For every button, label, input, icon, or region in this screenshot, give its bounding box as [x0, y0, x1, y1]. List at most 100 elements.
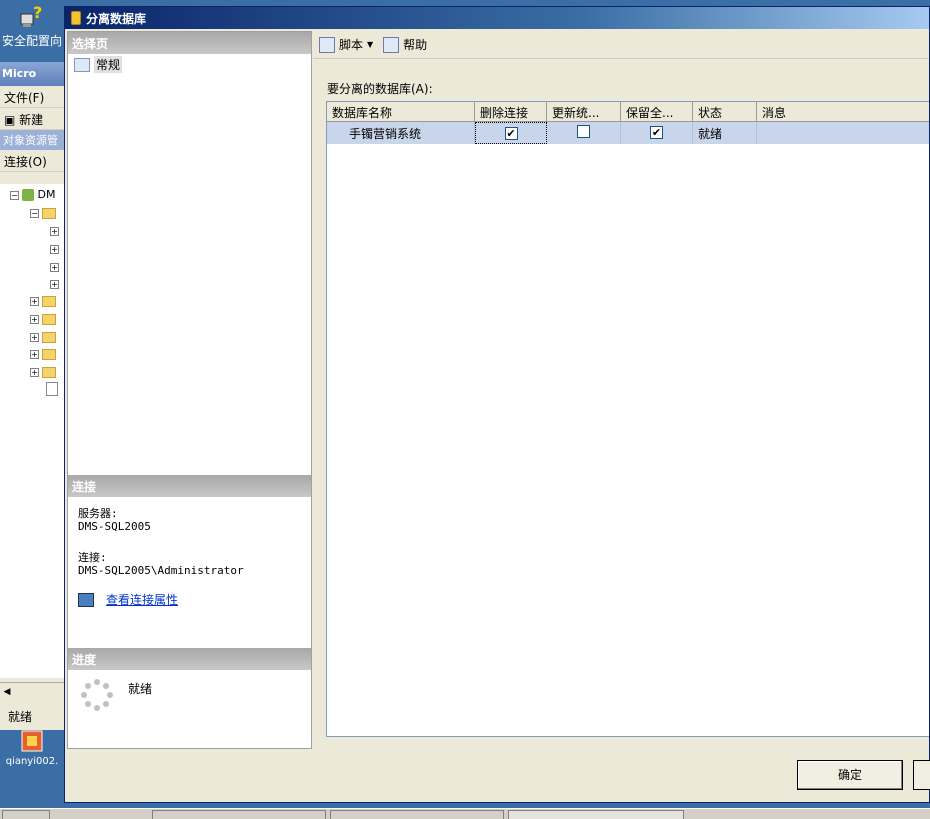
dialog-button-bar: 确定 [65, 752, 930, 802]
toolbar-new-query[interactable]: ▣ 新建 [0, 108, 65, 130]
cell-message [757, 122, 929, 144]
cell-keep-fulltext: ✔ [621, 122, 693, 144]
tree-node[interactable]: + [30, 330, 56, 346]
bg-window-title: Micro [0, 62, 65, 86]
connection-info: 服务器: DMS-SQL2005 连接: DMS-SQL2005\Adminis… [68, 497, 311, 613]
tree-node[interactable]: − [30, 206, 56, 222]
qianyi-desktop-icon[interactable]: qianyi002. [0, 728, 64, 767]
tree-node[interactable]: + [30, 365, 56, 381]
drop-connections-checkbox[interactable]: ✔ [504, 127, 518, 140]
col-drop-connections[interactable]: 删除连接 [475, 102, 547, 121]
folder-icon [42, 313, 56, 325]
detach-database-dialog: 分离数据库 选择页 常规 连接 服务器: DMS-SQL2005 连接: DMS… [64, 6, 930, 803]
script-button[interactable]: 脚本 ▼ [319, 36, 373, 53]
tree-root-node[interactable]: − DM [10, 188, 55, 204]
menu-file[interactable]: 文件(F) [0, 86, 65, 108]
report-icon [46, 382, 58, 396]
taskbar-item[interactable] [152, 810, 326, 819]
folder-icon [42, 331, 56, 343]
expand-icon[interactable]: + [50, 226, 59, 236]
ok-button[interactable]: 确定 [797, 760, 903, 790]
update-statistics-checkbox[interactable] [577, 125, 590, 138]
tree-node[interactable]: + [50, 260, 62, 276]
dialog-titlebar[interactable]: 分离数据库 [65, 7, 929, 29]
new-label: 新建 [19, 113, 44, 127]
folder-icon [42, 348, 56, 360]
object-explorer-header: 对象资源管 [0, 130, 65, 150]
object-explorer-tree: − DM − + + + + + + + + + [0, 184, 64, 678]
keep-fulltext-checkbox[interactable]: ✔ [650, 126, 663, 139]
page-general[interactable]: 常规 [68, 54, 311, 75]
server-label: 服务器: [78, 507, 118, 520]
cell-update-statistics [547, 122, 621, 144]
connection-value: DMS-SQL2005\Administrator [78, 564, 244, 577]
expand-icon[interactable]: + [50, 244, 59, 254]
desktop-icon-label: qianyi002. [5, 756, 59, 767]
status-text: 就绪 [8, 710, 33, 724]
server-value: DMS-SQL2005 [78, 520, 151, 533]
dialog-title: 分离数据库 [86, 11, 147, 26]
col-database-name[interactable]: 数据库名称 [327, 102, 475, 121]
progress-status: 就绪 [128, 682, 153, 696]
grid-label: 要分离的数据库(A): [327, 82, 433, 96]
col-message[interactable]: 消息 [757, 102, 929, 121]
databases-grid: 数据库名称 删除连接 更新统... 保留全... 状态 消息 手镯营销系统 ✔ … [326, 101, 929, 737]
desktop-icon-label: 安全配置向 [1, 34, 62, 48]
grid-header: 数据库名称 删除连接 更新统... 保留全... 状态 消息 [327, 102, 929, 122]
connect-dropdown[interactable]: 连接(O) [0, 150, 65, 172]
col-keep-fulltext[interactable]: 保留全... [621, 102, 693, 121]
right-pane: 脚本 ▼ 帮助 要分离的数据库(A): 数据库名称 删除连接 更新统... 保留… [313, 31, 929, 749]
connection-properties-icon [78, 593, 94, 607]
tree-node[interactable]: + [50, 242, 62, 258]
root-node-label: DM [37, 188, 56, 201]
computer-question-icon: ? [19, 3, 45, 30]
cell-drop-connections: ✔ [475, 122, 547, 144]
security-config-desktop-icon[interactable]: ? 安全配置向 [0, 3, 64, 49]
col-update-statistics[interactable]: 更新统... [547, 102, 621, 121]
expand-icon[interactable]: + [50, 279, 59, 289]
tree-node[interactable]: + [50, 277, 62, 293]
connection-header: 连接 [68, 475, 311, 497]
quick-launch[interactable] [64, 810, 144, 819]
horizontal-scrollbar[interactable]: ◀ [0, 682, 64, 700]
folder-icon [42, 295, 56, 307]
dialog-toolbar: 脚本 ▼ 帮助 [313, 31, 929, 59]
tree-node[interactable]: + [30, 312, 56, 328]
app-icon [19, 728, 45, 754]
view-connection-properties-link[interactable]: 查看连接属性 [106, 593, 178, 607]
table-row[interactable]: 手镯营销系统 ✔ ✔ 就绪 [327, 122, 929, 144]
server-icon [22, 189, 34, 201]
tree-node[interactable]: + [50, 224, 62, 240]
collapse-icon[interactable]: − [10, 190, 19, 200]
script-label: 脚本 [339, 38, 364, 52]
left-pane: 选择页 常规 连接 服务器: DMS-SQL2005 连接: DMS-SQL20… [67, 31, 312, 749]
folder-icon [42, 366, 56, 378]
taskbar-item[interactable] [330, 810, 504, 819]
chevron-down-icon[interactable]: ▼ [367, 40, 373, 49]
general-page-icon [74, 57, 90, 72]
expand-icon[interactable]: + [30, 332, 39, 342]
expand-icon[interactable]: + [30, 367, 39, 377]
help-icon [383, 36, 400, 53]
expand-icon[interactable]: + [30, 349, 39, 359]
expand-icon[interactable]: + [30, 314, 39, 324]
progress-header: 进度 [68, 648, 311, 670]
expand-icon[interactable]: + [30, 296, 39, 306]
start-button[interactable] [2, 810, 50, 819]
cell-database-name: 手镯营销系统 [327, 122, 475, 144]
select-page-header: 选择页 [68, 32, 311, 54]
col-status[interactable]: 状态 [693, 102, 757, 121]
tree-node[interactable]: + [30, 294, 56, 310]
cancel-button[interactable] [913, 760, 930, 790]
collapse-icon[interactable]: − [30, 208, 39, 218]
scroll-left-icon[interactable]: ◀ [0, 687, 14, 703]
taskbar-item-active[interactable] [508, 810, 684, 819]
help-button[interactable]: 帮助 [383, 36, 427, 53]
connection-label: 连接: [78, 551, 107, 564]
svg-text:?: ? [33, 4, 42, 22]
tree-node[interactable] [46, 382, 58, 398]
expand-icon[interactable]: + [50, 262, 59, 272]
tree-node[interactable]: + [30, 347, 56, 363]
progress-spinner-icon [80, 678, 114, 715]
page-general-label: 常规 [94, 56, 123, 73]
